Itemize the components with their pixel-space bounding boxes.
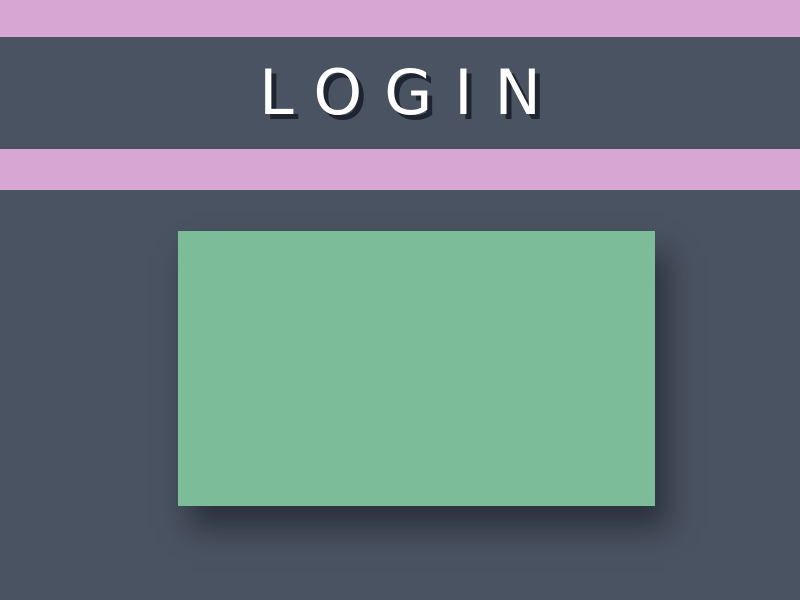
top-accent-band (0, 0, 800, 37)
bottom-accent-band (0, 149, 800, 190)
page-title: LOGIN (259, 56, 563, 129)
header-bar: LOGIN (0, 37, 800, 149)
login-panel (178, 231, 655, 506)
